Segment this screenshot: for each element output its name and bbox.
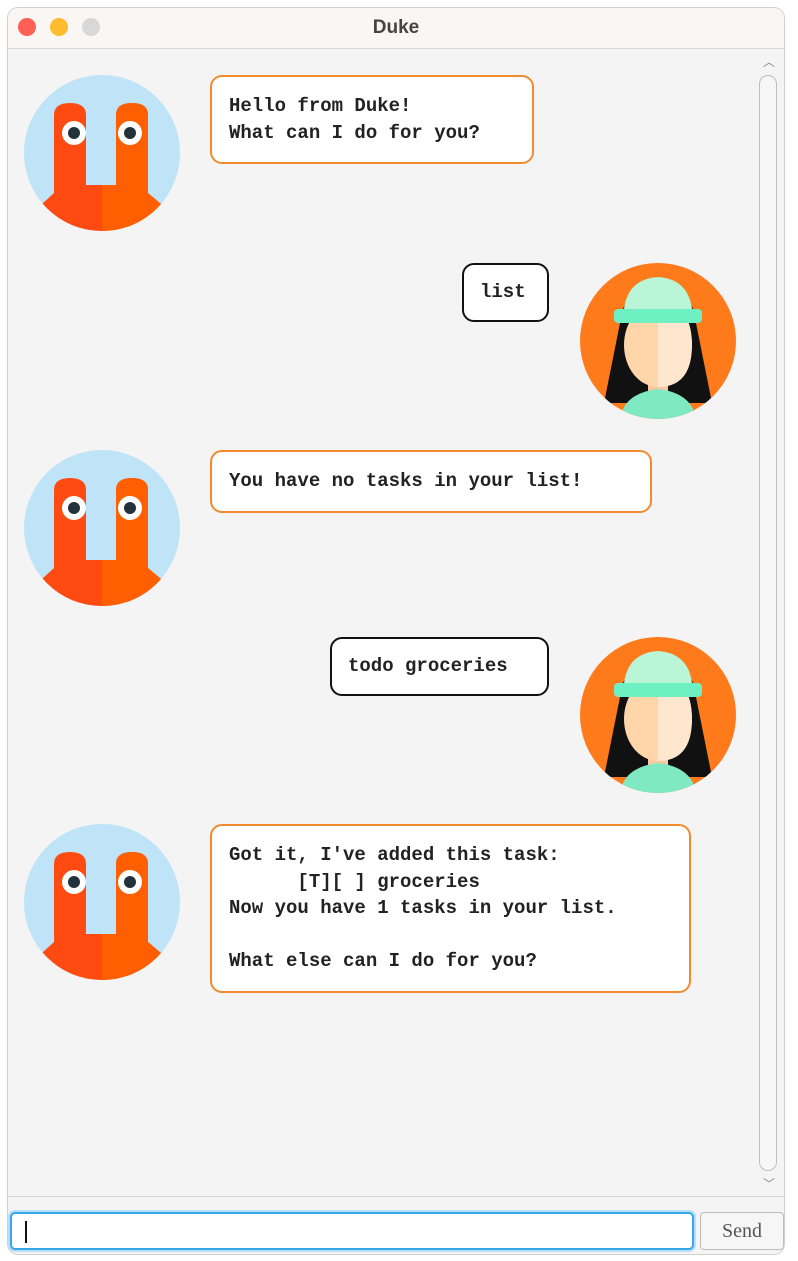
text-caret [25,1221,27,1243]
user-avatar [580,263,736,419]
user-message-bubble: todo groceries [330,637,549,696]
app-window: Duke Hello from Duke! What can I do for … [8,8,784,1254]
user-avatar [580,637,736,793]
scroll-down-icon[interactable]: ﹀ [762,1177,776,1191]
duke-avatar-image [24,824,180,980]
scrollbar-thumb[interactable] [759,75,777,1171]
duke-avatar-image [24,75,180,231]
user-message-bubble: list [462,263,549,322]
scroll-up-icon[interactable]: ︿ [762,55,776,69]
vertical-scrollbar[interactable]: ︿ ﹀ [754,49,784,1196]
title-bar: Duke [8,8,784,49]
duke-avatar-image [24,450,180,606]
input-bar: Send [8,1196,784,1254]
message-input[interactable] [10,1212,694,1250]
send-button[interactable]: Send [700,1212,784,1250]
duke-avatar [24,450,180,606]
duke-message-bubble: Hello from Duke! What can I do for you? [210,75,534,164]
duke-avatar [24,75,180,231]
user-avatar-image [580,637,736,793]
duke-message-bubble: You have no tasks in your list! [210,450,652,513]
chat-scroll-pane[interactable]: Hello from Duke! What can I do for you? … [8,49,754,1196]
duke-avatar [24,824,180,980]
user-avatar-image [580,263,736,419]
duke-message-bubble: Got it, I've added this task: [T][ ] gro… [210,824,691,993]
window-title: Duke [372,17,420,38]
